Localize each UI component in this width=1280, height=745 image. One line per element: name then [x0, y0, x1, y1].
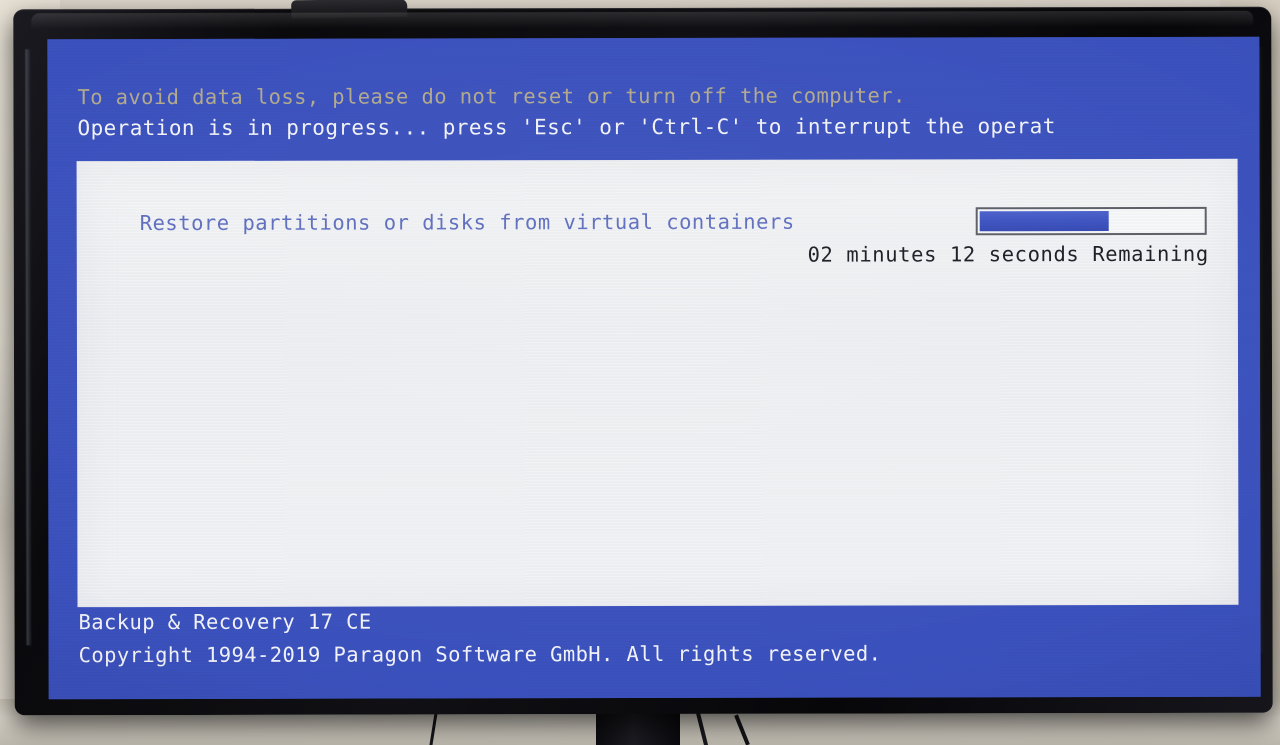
- current-task-label: Restore partitions or disks from virtual…: [139, 209, 795, 235]
- task-progress-row: Restore partitions or disks from virtual…: [140, 205, 1210, 239]
- webcam-device: [291, 0, 408, 19]
- progress-bar: [975, 206, 1207, 236]
- photo-scene: To avoid data loss, please do not reset …: [0, 0, 1280, 745]
- product-name-label: Backup & Recovery 17 CE: [78, 609, 372, 635]
- header-messages: To avoid data loss, please do not reset …: [47, 37, 1259, 145]
- copyright-label: Copyright 1994-2019 Paragon Software Gmb…: [78, 641, 882, 668]
- bezel-highlight: [31, 10, 1254, 30]
- eta-row: 02 minutes 12 seconds Remaining: [808, 239, 1209, 271]
- operation-status-text: Operation is in progress... press 'Esc' …: [77, 114, 1056, 141]
- computer-monitor: To avoid data loss, please do not reset …: [13, 0, 1273, 716]
- data-loss-warning-text: To avoid data loss, please do not reset …: [77, 83, 906, 110]
- progress-bar-fill: [979, 211, 1110, 232]
- footer: Backup & Recovery 17 CE Copyright 1994-2…: [79, 605, 882, 673]
- content-panel: Restore partitions or disks from virtual…: [76, 158, 1239, 608]
- time-remaining-label: 02 minutes 12 seconds Remaining: [807, 241, 1209, 267]
- monitor-screen: To avoid data loss, please do not reset …: [47, 36, 1261, 700]
- paragon-recovery-app: To avoid data loss, please do not reset …: [47, 36, 1261, 700]
- bezel-highlight: [25, 49, 32, 646]
